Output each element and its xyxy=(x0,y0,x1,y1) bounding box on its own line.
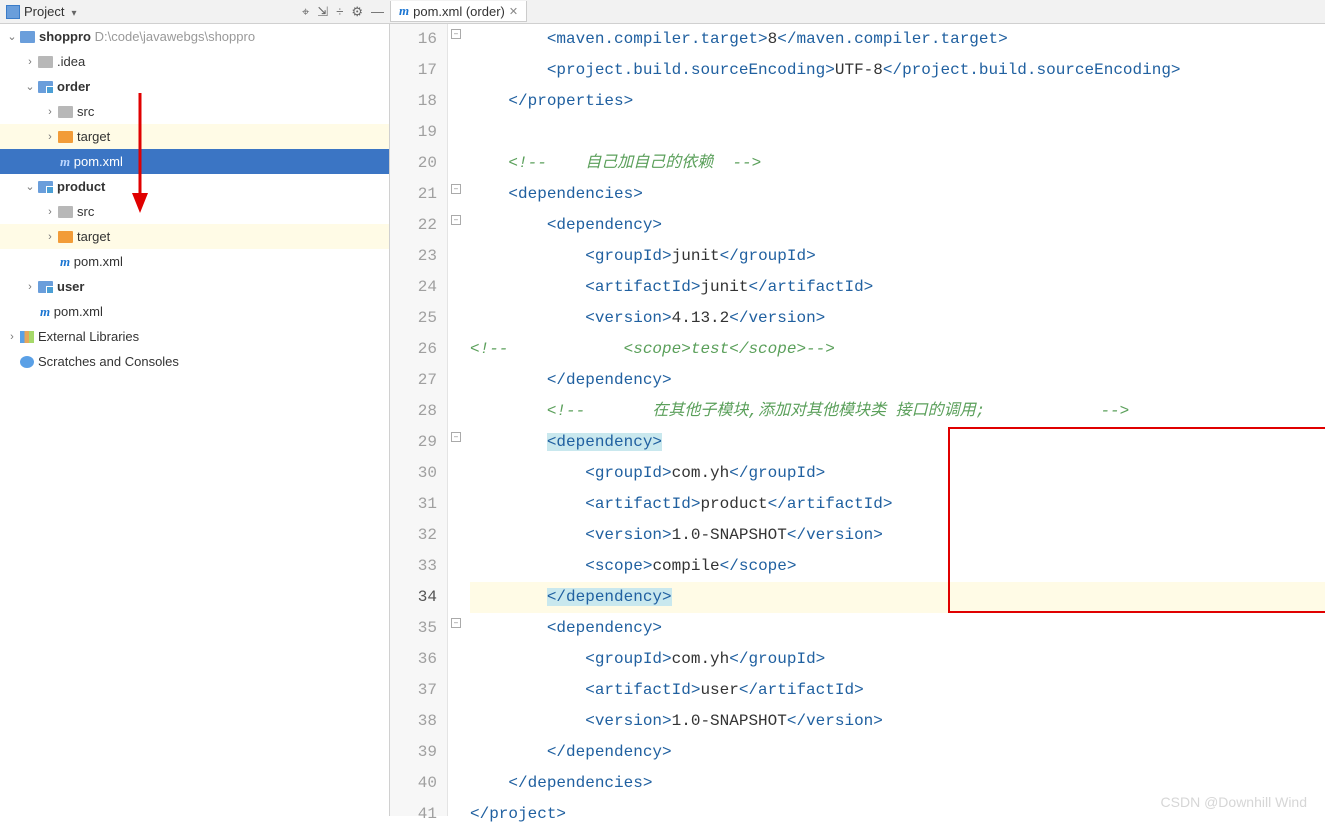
tree-product-src[interactable]: › src xyxy=(0,199,389,224)
chevron-right-icon[interactable]: › xyxy=(4,331,20,343)
tree-label: Scratches and Consoles xyxy=(38,354,179,369)
tree-label: target xyxy=(77,229,110,244)
tree-label: pom.xml xyxy=(74,154,123,169)
tree-root-pom[interactable]: m pom.xml xyxy=(0,299,389,324)
folder-icon xyxy=(20,31,35,43)
tree-label: shoppro xyxy=(39,29,91,44)
tree-order-src[interactable]: › src xyxy=(0,99,389,124)
tree-ext-libs[interactable]: › External Libraries xyxy=(0,324,389,349)
tree-idea[interactable]: › .idea xyxy=(0,49,389,74)
chevron-right-icon[interactable]: › xyxy=(42,231,58,243)
folder-icon xyxy=(58,106,73,118)
tree-label: External Libraries xyxy=(38,329,139,344)
folder-icon xyxy=(38,56,53,68)
tree-scratches[interactable]: Scratches and Consoles xyxy=(0,349,389,374)
code-editor[interactable]: 1617181920212223242526272829303132333435… xyxy=(390,24,1325,816)
gear-icon[interactable]: ⚙ xyxy=(351,4,363,20)
maven-file-icon: m xyxy=(60,154,70,170)
tree-label: src xyxy=(77,104,94,119)
tree-root[interactable]: ⌄ shoppro D:\code\javawebgs\shoppro xyxy=(0,24,389,49)
chevron-right-icon[interactable]: › xyxy=(22,281,38,293)
libraries-icon xyxy=(20,331,34,343)
project-label: Project xyxy=(24,4,64,19)
maven-file-icon: m xyxy=(399,3,409,19)
chevron-right-icon[interactable]: › xyxy=(22,56,38,68)
hide-icon[interactable]: — xyxy=(371,4,384,20)
project-icon xyxy=(6,5,20,19)
maven-file-icon: m xyxy=(60,254,70,270)
folder-icon xyxy=(58,206,73,218)
fold-marker-icon[interactable]: – xyxy=(451,432,461,442)
module-icon xyxy=(38,81,53,93)
folder-icon xyxy=(58,231,73,243)
tree-label: pom.xml xyxy=(74,254,123,269)
editor-tabs: m pom.xml (order) ✕ xyxy=(390,0,527,23)
fold-marker-icon[interactable]: – xyxy=(451,29,461,39)
code-area[interactable]: <maven.compiler.target>8</maven.compiler… xyxy=(470,24,1325,816)
chevron-right-icon[interactable]: › xyxy=(42,206,58,218)
tree-label: .idea xyxy=(57,54,85,69)
tree-label: src xyxy=(77,204,94,219)
tree-order-target[interactable]: › target xyxy=(0,124,389,149)
editor-tab-pom[interactable]: m pom.xml (order) ✕ xyxy=(390,1,527,22)
tree-product-target[interactable]: › target xyxy=(0,224,389,249)
fold-marker-icon[interactable]: – xyxy=(451,215,461,225)
scratches-icon xyxy=(20,356,34,368)
tree-label: order xyxy=(57,79,90,94)
tree-label: product xyxy=(57,179,105,194)
tree-user[interactable]: › user xyxy=(0,274,389,299)
chevron-down-icon[interactable]: ⌄ xyxy=(22,180,38,193)
fold-marker-icon[interactable]: – xyxy=(451,184,461,194)
fold-marker-icon[interactable]: – xyxy=(451,618,461,628)
target-icon[interactable]: ⌖ xyxy=(302,4,309,20)
tree-label: target xyxy=(77,129,110,144)
close-tab-icon[interactable]: ✕ xyxy=(509,5,518,18)
line-gutter[interactable]: 1617181920212223242526272829303132333435… xyxy=(390,24,448,816)
chevron-down-icon[interactable]: ⌄ xyxy=(22,80,38,93)
maven-file-icon: m xyxy=(40,304,50,320)
chevron-right-icon[interactable]: › xyxy=(42,131,58,143)
tree-product-pom[interactable]: m pom.xml xyxy=(0,249,389,274)
tree-order-pom[interactable]: m pom.xml xyxy=(0,149,389,174)
watermark: CSDN @Downhill Wind xyxy=(1161,794,1307,810)
project-panel-header[interactable]: Project ⌖ ⇲ ÷ ⚙ — xyxy=(0,0,390,23)
module-icon xyxy=(38,181,53,193)
chevron-down-icon[interactable]: ⌄ xyxy=(4,30,20,43)
expand-icon[interactable]: ⇲ xyxy=(317,4,328,20)
project-tree[interactable]: ⌄ shoppro D:\code\javawebgs\shoppro › .i… xyxy=(0,24,390,816)
tree-label: pom.xml xyxy=(54,304,103,319)
dropdown-icon[interactable] xyxy=(68,4,76,19)
tree-label: user xyxy=(57,279,84,294)
fold-strip[interactable]: – – – – – xyxy=(448,24,468,816)
tree-product[interactable]: ⌄ product xyxy=(0,174,389,199)
tree-order[interactable]: ⌄ order xyxy=(0,74,389,99)
folder-icon xyxy=(58,131,73,143)
tab-filename: pom.xml (order) xyxy=(413,4,505,19)
chevron-right-icon[interactable]: › xyxy=(42,106,58,118)
collapse-icon[interactable]: ÷ xyxy=(336,4,343,20)
module-icon xyxy=(38,281,53,293)
